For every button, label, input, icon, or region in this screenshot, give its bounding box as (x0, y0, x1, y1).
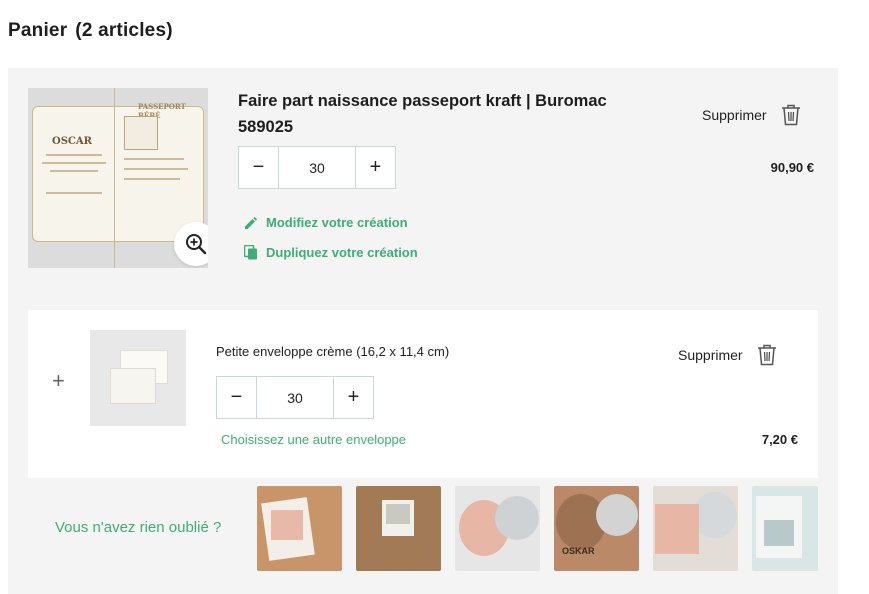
envelope-decrease-button[interactable]: − (217, 377, 256, 418)
envelope-name: Petite enveloppe crème (16,2 x 11,4 cm) (216, 344, 450, 359)
envelope-quantity-input[interactable]: 30 (256, 377, 334, 418)
suggestion-badge-kraft[interactable]: OSKAR (554, 486, 639, 571)
suggestion-mirror-photo (655, 504, 699, 554)
delete-envelope-label: Supprimer (678, 347, 743, 363)
suggestion-card-kraft[interactable] (257, 486, 342, 571)
suggestion-card-blue[interactable] (752, 486, 818, 571)
modify-creation-link[interactable]: Modifiez votre création (244, 215, 408, 230)
delete-product-button[interactable]: Supprimer (702, 104, 801, 126)
zoom-in-icon (186, 234, 207, 255)
thumb-line (124, 158, 184, 160)
choose-envelope-link[interactable]: Choisissez une autre enveloppe (221, 432, 406, 447)
card-fold (114, 88, 115, 268)
zoom-button[interactable] (174, 222, 208, 266)
delete-envelope-button[interactable]: Supprimer (678, 344, 777, 366)
suggestion-badge-kraft-back (596, 494, 638, 536)
suggestion-badge-mirror[interactable] (653, 486, 738, 571)
thumb-line (46, 154, 102, 156)
envelope-item: + Petite enveloppe crème (16,2 x 11,4 cm… (28, 310, 818, 478)
envelope-front-shape (110, 368, 156, 404)
cart-panel: OSCAR PASSEPORT BÉBÉ Faire part naissanc… (8, 68, 838, 594)
decrease-button[interactable]: − (239, 147, 278, 188)
envelope-increase-button[interactable]: + (334, 377, 373, 418)
thumb-line (50, 170, 98, 172)
increase-button[interactable]: + (356, 147, 395, 188)
pencil-icon (245, 216, 258, 229)
delete-label: Supprimer (702, 107, 767, 123)
product-name: Faire part naissance passeport kraft | B… (238, 92, 607, 136)
product-price: 90,90 € (770, 160, 814, 175)
thumb-line (46, 192, 102, 194)
suggestions-label: Vous n'avez rien oublié ? (55, 519, 222, 536)
suggestion-badge-text: OSKAR (562, 546, 595, 556)
suggestion-badge-back (495, 496, 539, 540)
suggestion-badge-photo[interactable] (455, 486, 540, 571)
suggestion-baby-photo (271, 510, 303, 540)
cart-title: Panier (8, 20, 68, 41)
thumb-photo-frame (124, 116, 158, 150)
envelope-price: 7,20 € (761, 432, 798, 447)
page-title: Panier (2 articles) (8, 20, 173, 42)
suggestion-kraft-tag[interactable] (356, 486, 441, 571)
addon-plus-sign: + (52, 368, 65, 393)
quantity-input[interactable]: 30 (278, 147, 356, 188)
suggestion-blue-photo (764, 520, 794, 546)
trash-icon (757, 344, 776, 366)
envelope-thumbnail (90, 330, 186, 426)
thumb-oscar-text: OSCAR (52, 136, 92, 147)
card-preview (32, 106, 204, 242)
trash-icon (781, 104, 800, 126)
product-thumbnail[interactable]: OSCAR PASSEPORT BÉBÉ (28, 88, 208, 268)
modify-creation-label: Modifiez votre création (266, 215, 408, 230)
thumb-line (124, 168, 188, 170)
copy-icon (244, 245, 257, 260)
thumb-line (42, 162, 106, 164)
suggestion-tag-photo (386, 504, 410, 524)
thumb-line (124, 178, 180, 180)
duplicate-creation-link[interactable]: Dupliquez votre création (244, 245, 418, 260)
suggestion-mirror-back (693, 492, 737, 538)
quantity-stepper: − 30 + (238, 146, 396, 189)
cart-count: (2 articles) (75, 20, 173, 41)
duplicate-creation-label: Dupliquez votre création (266, 245, 418, 260)
envelope-quantity-stepper: − 30 + (216, 376, 374, 419)
